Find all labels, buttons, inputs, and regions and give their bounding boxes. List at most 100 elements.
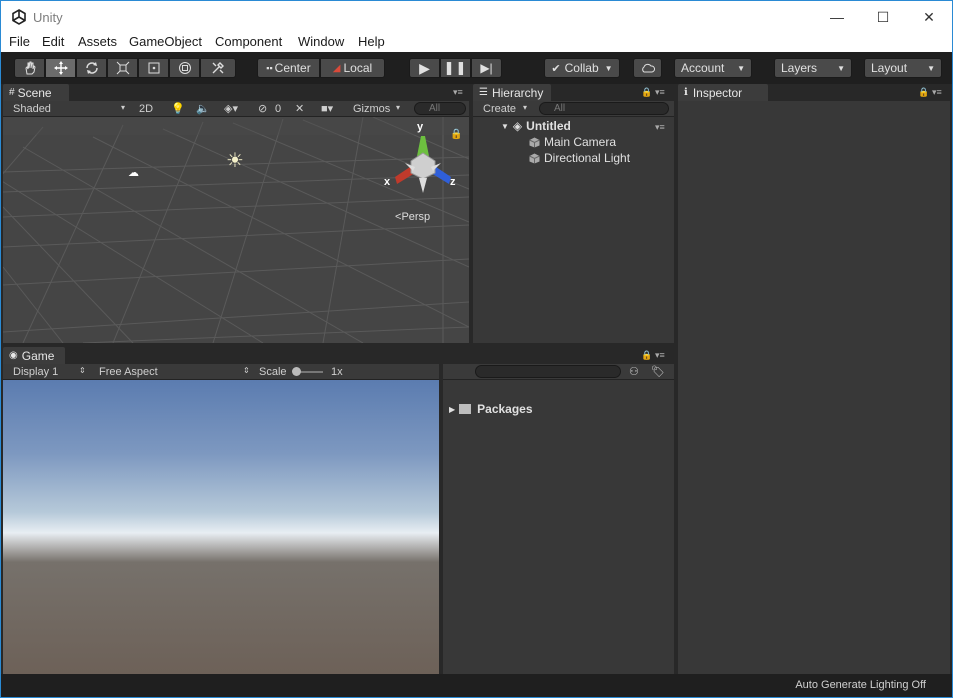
pause-button[interactable]: ❚❚ (440, 58, 471, 78)
chevron-down-icon: ▼ (604, 63, 613, 73)
panel-menu-icon[interactable]: ▾≡ (655, 87, 665, 98)
lock-icon[interactable]: 🔒 (641, 350, 652, 361)
aspect-dropdown[interactable]: Free Aspect (99, 366, 158, 378)
lock-icon[interactable]: 🔒 (918, 87, 929, 98)
menu-file[interactable]: File (9, 34, 30, 49)
move-tool-icon[interactable] (45, 58, 76, 78)
panel-menu-icon[interactable]: ▾≡ (453, 87, 463, 98)
play-icon: ▶ (419, 59, 430, 76)
expand-arrow-icon: ▶ (449, 404, 456, 414)
step-icon: ▶| (480, 61, 493, 75)
chevron-down-icon: ▾ (523, 103, 528, 112)
play-button[interactable]: ▶ (409, 58, 440, 78)
chevron-down-icon: ▼ (927, 63, 935, 73)
hidden-count: 0 (275, 103, 282, 115)
pivot-label: Center (274, 61, 311, 75)
tab-hierarchy[interactable]: ☰ Hierarchy (473, 84, 551, 101)
menu-window[interactable]: Window (298, 34, 344, 49)
hierarchy-item-directional-light[interactable]: Directional Light (529, 151, 630, 165)
scene-search-input[interactable]: All (414, 102, 466, 115)
gameobject-cube-icon (529, 137, 540, 147)
game-tabbar: ◉ Game (3, 347, 469, 364)
hierarchy-search-input[interactable]: All (539, 102, 669, 115)
custom-tool-icon[interactable] (200, 58, 236, 78)
scene-view[interactable]: ☁ ☀ y x z 🔒 <Persp (3, 117, 469, 343)
updown-icon: ⇕ (79, 366, 86, 375)
status-bar: Auto Generate Lighting Off (0, 674, 953, 698)
axis-z-label: z (450, 176, 456, 188)
scale-tool-icon[interactable] (107, 58, 138, 78)
close-button[interactable]: ✕ (906, 5, 952, 29)
inspector-tab-label: Inspector (692, 85, 743, 100)
chevron-down-icon: ▾ (396, 103, 401, 112)
pivot-center-button[interactable]: ▪▪ Center (257, 58, 320, 78)
hierarchy-panel: ▼ ◈ Untitled ▾≡ Main Camera Directional … (473, 117, 674, 343)
space-local-button[interactable]: ◢ Local (320, 58, 385, 78)
display-dropdown[interactable]: Display 1 (13, 366, 58, 378)
lock-icon[interactable]: 🔒 (641, 87, 652, 98)
lighting-icon[interactable]: 💡 (171, 102, 185, 115)
scale-label: Scale (259, 366, 287, 378)
project-search-input[interactable] (475, 365, 621, 378)
gizmos-dropdown[interactable]: Gizmos (353, 103, 390, 115)
directional-light-gizmo-icon[interactable]: ☀ (226, 148, 244, 173)
minimize-button[interactable]: — (814, 5, 860, 29)
layout-dropdown[interactable]: Layout ▼ (864, 58, 942, 78)
collab-button[interactable]: ✔ Collab ▼ (544, 58, 620, 78)
scale-slider-handle[interactable] (292, 367, 301, 376)
folder-icon (459, 404, 472, 414)
shading-mode-dropdown[interactable]: Shaded (13, 103, 51, 115)
menu-help[interactable]: Help (358, 34, 385, 49)
menu-gameobject[interactable]: GameObject (129, 34, 202, 49)
scene-tab-label: Scene (17, 85, 52, 100)
project-item-packages[interactable]: ▶ Packages (449, 402, 533, 416)
panel-menu-icon[interactable]: ▾≡ (655, 350, 665, 361)
menu-component[interactable]: Component (215, 34, 282, 49)
scene-menu-icon[interactable]: ▾≡ (655, 122, 665, 133)
lock-icon[interactable]: 🔒 (450, 129, 462, 140)
camera-icon[interactable]: ■▾ (321, 102, 333, 115)
transform-tool-icon[interactable] (169, 58, 200, 78)
rotate-tool-icon[interactable] (76, 58, 107, 78)
menu-edit[interactable]: Edit (42, 34, 64, 49)
scene-name: Untitled (526, 119, 571, 133)
inspector-tabbar: ℹ Inspector 🔒 ▾≡ (678, 84, 950, 101)
chevron-down-icon: ▼ (737, 63, 745, 73)
space-label: Local (343, 61, 373, 75)
chevron-down-icon: ▾ (121, 103, 126, 112)
2d-toggle[interactable]: 2D (139, 103, 153, 115)
panel-menu-icon[interactable]: ▾≡ (932, 87, 942, 98)
hidden-objects-icon[interactable]: ⊘ (258, 102, 267, 115)
gameobject-cube-icon (529, 153, 540, 163)
hierarchy-item-main-camera[interactable]: Main Camera (529, 135, 616, 149)
maximize-button[interactable]: ☐ (860, 5, 906, 29)
tools-icon[interactable]: ✕ (295, 102, 304, 115)
audio-icon[interactable]: 🔈 (196, 102, 210, 115)
tab-inspector[interactable]: ℹ Inspector (678, 84, 768, 101)
game-view[interactable] (3, 380, 439, 674)
layers-dropdown[interactable]: Layers ▼ (774, 58, 852, 78)
lighting-status-text[interactable]: Auto Generate Lighting Off (795, 679, 926, 691)
filter-by-label-icon[interactable]: 🏷 (651, 365, 665, 378)
unity-logo-icon (12, 9, 26, 25)
tab-game[interactable]: ◉ Game (3, 347, 65, 364)
project-panel: ▶ Packages (443, 380, 674, 674)
step-button[interactable]: ▶| (471, 58, 502, 78)
tab-scene[interactable]: # Scene (3, 84, 69, 101)
hand-tool-icon[interactable] (14, 58, 45, 78)
item-label: Directional Light (544, 151, 631, 165)
perspective-toggle[interactable]: <Persp (395, 211, 430, 223)
hierarchy-toolbar: Create ▾ All (473, 101, 674, 117)
account-dropdown[interactable]: Account ▼ (674, 58, 752, 78)
layers-label: Layers (781, 61, 818, 75)
window-title: Unity (33, 10, 63, 25)
effects-icon[interactable]: ◈▾ (224, 102, 238, 115)
filter-by-type-icon[interactable]: ⚇ (629, 365, 639, 378)
main-camera-gizmo-icon[interactable]: ☁ (128, 166, 139, 179)
cloud-button[interactable] (633, 58, 662, 78)
scene-root-item[interactable]: ▼ ◈ Untitled (501, 119, 571, 133)
menu-assets[interactable]: Assets (78, 34, 117, 49)
create-dropdown[interactable]: Create (483, 103, 516, 115)
rect-tool-icon[interactable] (138, 58, 169, 78)
title-bar: Unity — ☐ ✕ (0, 0, 953, 32)
